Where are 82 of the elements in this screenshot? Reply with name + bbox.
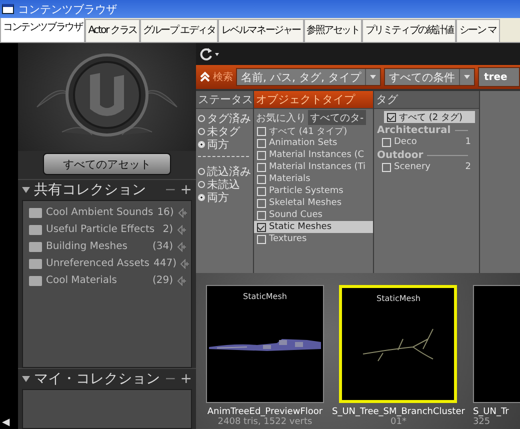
add-button[interactable]: +	[180, 182, 192, 198]
folder-icon	[29, 258, 42, 268]
tab[interactable]: Actor クラス	[85, 19, 140, 42]
section-title: マイ・コレクション	[34, 370, 161, 388]
collapse-arrow[interactable]: ◀	[0, 418, 10, 429]
add-icon[interactable]	[178, 208, 188, 218]
collection-count: (34)	[151, 241, 173, 252]
collection-count: 16)	[157, 207, 174, 218]
asset-type: StaticMesh	[376, 294, 420, 303]
radio-option[interactable]: タグ済み	[198, 112, 253, 125]
add-icon[interactable]	[180, 258, 190, 268]
add-icon[interactable]	[177, 242, 187, 252]
asset-name: S_UN_Tree_SM_BranchCluster	[332, 407, 465, 417]
match-dropdown[interactable]: すべての条件	[384, 68, 475, 86]
asset-name: S_UN_Tr	[472, 407, 509, 417]
radio-option[interactable]: 未読込	[198, 178, 253, 191]
radio-option[interactable]: 読込済み	[198, 165, 253, 178]
asset-thumbnail[interactable]: StaticMesh	[339, 285, 458, 403]
tag-group-title: Architectural	[377, 125, 451, 136]
checkbox-item[interactable]: Skeletal Meshes	[254, 197, 373, 209]
folder-icon	[29, 208, 42, 218]
panel-header[interactable]: タグ	[374, 91, 479, 109]
checkbox-item[interactable]: Animation Sets	[254, 137, 373, 149]
radio-option[interactable]: 両方	[198, 138, 253, 151]
checkbox-item[interactable]: Sound Cues	[254, 209, 373, 221]
asset-info: 325	[472, 417, 490, 427]
field-dropdown[interactable]: 名前, パス, タグ, タイプ	[236, 68, 381, 86]
collection-name[interactable]: Building Meshes	[46, 241, 141, 252]
checkbox-item[interactable]: Deco 1	[374, 136, 479, 148]
filter-tab[interactable]: すべてのタ-	[308, 110, 366, 125]
tab[interactable]: グループ エディタ	[140, 19, 218, 42]
remove-button[interactable]: −	[164, 182, 176, 198]
all-assets-button[interactable]: すべてのアセット	[43, 153, 171, 175]
panel-header[interactable]: オブジェクトタイプ	[254, 91, 373, 109]
window-icon	[2, 4, 14, 14]
checkbox-item[interactable]: Material Instances (Ti	[254, 161, 373, 173]
section-title: 共有コレクション	[34, 181, 147, 199]
collection-name[interactable]: Unreferenced Assets	[46, 258, 150, 269]
window-title: コンテンツブラウザ	[18, 2, 117, 16]
folder-icon	[29, 276, 42, 286]
tab[interactable]: シーン マ	[456, 19, 500, 42]
radio-option[interactable]: 未タグ	[198, 125, 253, 138]
add-icon[interactable]	[177, 276, 187, 286]
collection-name[interactable]: Useful Particle Effects	[46, 224, 155, 235]
checkbox-item[interactable]: Scenery 2	[374, 161, 479, 173]
folder-icon	[29, 224, 42, 234]
collection-count: 2)	[162, 224, 173, 235]
checkbox-item[interactable]: Static Meshes	[254, 221, 373, 233]
folder-icon	[29, 242, 42, 252]
collection-count: (29)	[151, 275, 173, 286]
asset-name: AnimTreeEd_PreviewFloor	[207, 407, 323, 417]
caret-icon	[464, 75, 470, 79]
tag-group-title: Outdoor	[377, 150, 424, 161]
tab[interactable]: 参照アセット	[304, 19, 362, 42]
radio-option[interactable]: 両方	[198, 191, 253, 204]
asset-info: 01*	[390, 417, 406, 427]
panel-header[interactable]: ステータス	[196, 91, 253, 109]
caret-icon	[370, 75, 376, 79]
tab[interactable]: コンテンツブラウザ	[0, 18, 86, 42]
checkbox-item[interactable]: すべて (2 タグ)	[384, 111, 475, 123]
tab[interactable]: レベルマネージャー	[218, 19, 304, 42]
asset-info: 2408 tris, 1522 verts	[218, 417, 312, 427]
checkbox-item[interactable]: すべて (41 タイプ)	[254, 125, 373, 137]
add-icon[interactable]	[177, 224, 187, 234]
add-button[interactable]: +	[180, 371, 192, 387]
search-field[interactable]: tree	[478, 67, 520, 87]
checkbox-item[interactable]: Materials	[254, 173, 373, 185]
collection-count: 447)	[153, 258, 176, 269]
tab[interactable]: プリミティブの統計値	[362, 19, 456, 42]
collapse-icon[interactable]	[200, 71, 210, 83]
collection-name[interactable]: Cool Materials	[46, 275, 141, 286]
collection-name[interactable]: Cool Ambient Sounds	[46, 207, 154, 218]
expand-icon[interactable]	[22, 376, 30, 382]
asset-thumbnail[interactable]: StaticMesh	[206, 285, 324, 403]
search-label: 検索	[213, 70, 233, 84]
refresh-icon[interactable]	[200, 47, 220, 61]
expand-icon[interactable]	[22, 187, 30, 193]
asset-type: StaticMesh	[243, 292, 287, 301]
remove-button[interactable]: −	[164, 371, 176, 387]
checkbox-item[interactable]: Textures	[254, 233, 373, 245]
checkbox-item[interactable]: Particle Systems	[254, 185, 373, 197]
checkbox-item[interactable]: Material Instances (C	[254, 149, 373, 161]
